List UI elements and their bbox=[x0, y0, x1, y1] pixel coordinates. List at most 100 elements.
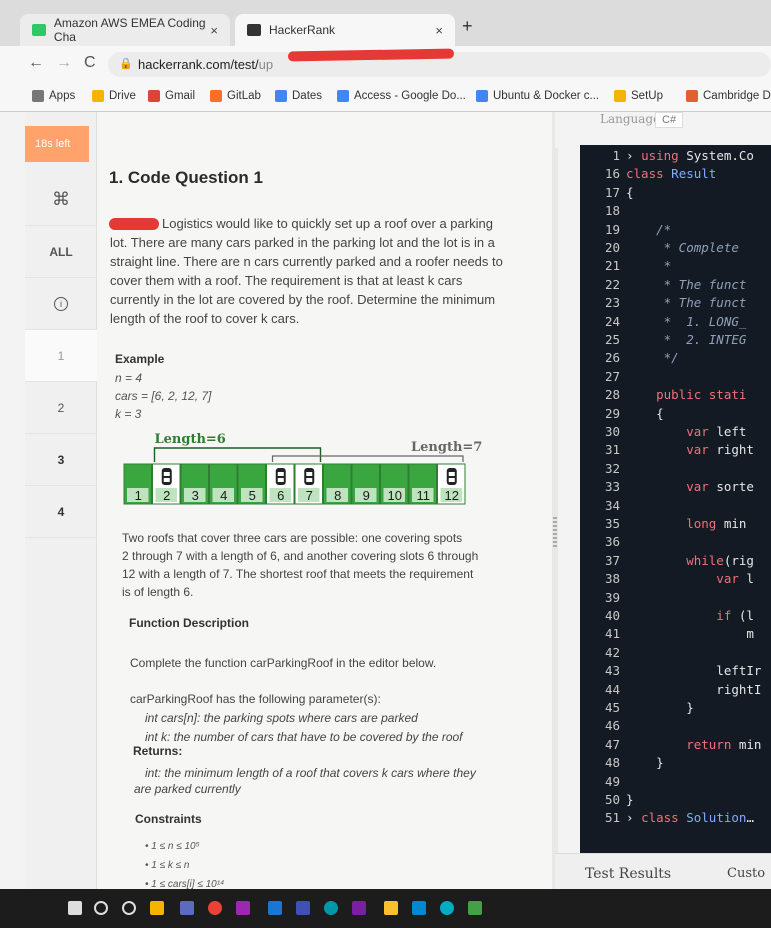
app-icon[interactable] bbox=[440, 901, 454, 915]
spot-number: 7 bbox=[306, 488, 313, 503]
windows-taskbar bbox=[0, 889, 771, 928]
bookmark-access[interactable]: Access - Google Do... bbox=[337, 90, 466, 102]
code-line[interactable]: } bbox=[626, 700, 694, 715]
lock-icon: 🔒 bbox=[119, 58, 133, 70]
windows-start-icon[interactable] bbox=[68, 901, 82, 915]
bookmark-ubuntu[interactable]: Ubuntu & Docker c... bbox=[476, 90, 599, 102]
code-line[interactable]: * bbox=[626, 258, 672, 273]
code-token: * Complete bbox=[626, 240, 739, 255]
apps-grid-icon bbox=[32, 90, 44, 102]
code-line[interactable]: * 1. LONG_ bbox=[626, 314, 747, 329]
code-token: var bbox=[626, 424, 709, 439]
car-icon bbox=[304, 468, 315, 485]
close-tab-icon[interactable]: × bbox=[435, 23, 443, 38]
code-line[interactable]: public stati bbox=[626, 387, 746, 402]
code-line[interactable]: * The funct bbox=[626, 277, 747, 292]
new-tab-button[interactable]: + bbox=[462, 16, 473, 37]
bookmark-setup[interactable]: SetUp bbox=[614, 90, 663, 102]
code-token: return bbox=[626, 736, 732, 752]
line-number: 24 bbox=[604, 313, 620, 329]
tab-hackerrank[interactable]: HackerRank × bbox=[235, 14, 455, 46]
code-line[interactable]: { bbox=[626, 406, 664, 421]
close-tab-icon[interactable]: × bbox=[210, 23, 218, 38]
code-line[interactable]: while(rig bbox=[626, 553, 754, 568]
search-icon[interactable] bbox=[94, 901, 108, 915]
constraint-item: • 1 ≤ cars[i] ≤ 10¹⁴ bbox=[145, 879, 225, 889]
code-editor[interactable]: 1 › using System.Co 16 class Result 17{18 19 … bbox=[580, 145, 771, 853]
code-line[interactable]: * 2. INTEG bbox=[626, 332, 747, 347]
code-line[interactable]: var right bbox=[626, 442, 754, 457]
code-line[interactable]: } bbox=[626, 755, 664, 770]
rail-all[interactable]: ALL bbox=[25, 226, 97, 278]
rail-question-1[interactable]: 1 bbox=[25, 330, 97, 382]
bookmark-dates[interactable]: Dates bbox=[275, 90, 322, 102]
app-icon[interactable] bbox=[324, 901, 338, 915]
code-line[interactable]: long min bbox=[626, 516, 746, 531]
bookmark-apps[interactable]: Apps bbox=[32, 90, 75, 102]
test-results-tab[interactable]: Test Results bbox=[585, 866, 671, 882]
bookmark-gitlab[interactable]: GitLab bbox=[210, 90, 261, 102]
cortana-icon[interactable] bbox=[122, 901, 136, 915]
line-number: 19 bbox=[604, 221, 620, 237]
file-explorer-icon[interactable] bbox=[150, 901, 164, 915]
forward-icon[interactable]: → bbox=[56, 54, 72, 72]
code-line[interactable]: leftIr bbox=[626, 663, 761, 678]
car-window bbox=[448, 478, 455, 482]
rail-question-2[interactable]: 2 bbox=[25, 382, 97, 434]
code-line[interactable]: * Complete bbox=[626, 240, 739, 255]
code-line[interactable]: var left bbox=[626, 424, 746, 439]
hackerrank-favicon-icon bbox=[247, 24, 261, 36]
app-icon[interactable] bbox=[384, 901, 398, 915]
code-line[interactable]: * The funct bbox=[626, 295, 747, 310]
back-icon[interactable]: ← bbox=[28, 54, 44, 72]
line-number: 25 bbox=[604, 332, 620, 347]
code-line[interactable]: } bbox=[626, 792, 634, 807]
bookmark-drive[interactable]: Drive bbox=[92, 90, 136, 102]
bookmark-gmail[interactable]: Gmail bbox=[148, 90, 195, 102]
spot-number: 5 bbox=[249, 488, 256, 503]
code-line[interactable]: m bbox=[626, 626, 754, 641]
code-line[interactable]: › using System.Co bbox=[626, 148, 754, 163]
shortcuts-icon[interactable]: ⌘ bbox=[25, 174, 97, 226]
param-cars: int cars[n]: the parking spots where car… bbox=[145, 711, 418, 725]
code-line[interactable]: */ bbox=[626, 350, 679, 365]
code-line[interactable]: var sorte bbox=[626, 479, 754, 494]
code-line[interactable]: rightI bbox=[626, 682, 761, 697]
pane-splitter[interactable] bbox=[552, 112, 558, 889]
code-token: Solution bbox=[678, 810, 747, 826]
code-line[interactable]: class Result bbox=[626, 166, 716, 181]
code-line[interactable]: return min bbox=[626, 737, 761, 752]
app-icon[interactable] bbox=[268, 901, 282, 915]
function-description-heading: Function Description bbox=[129, 616, 249, 630]
language-select[interactable]: C# bbox=[655, 112, 684, 128]
code-token: › bbox=[626, 810, 642, 826]
code-line[interactable]: › class Solution… bbox=[626, 810, 754, 825]
hackerrank-page: 18s left ⌘ ALL i 1 2 3 4 1. Code Questio… bbox=[0, 112, 771, 889]
line-number: 21 bbox=[604, 258, 620, 274]
spot-number: 9 bbox=[363, 488, 370, 503]
custom-input-tab[interactable]: Custo bbox=[727, 866, 765, 881]
app-icon[interactable] bbox=[412, 901, 426, 915]
code-token: long bbox=[626, 516, 717, 531]
chrome-icon[interactable] bbox=[208, 901, 222, 915]
bookmark-cambridge[interactable]: Cambridge D bbox=[686, 90, 771, 102]
app-icon[interactable] bbox=[236, 901, 250, 915]
splitter-grip-icon[interactable] bbox=[553, 517, 557, 547]
app-icon[interactable] bbox=[180, 901, 194, 915]
rail-info[interactable]: i bbox=[25, 278, 97, 330]
code-token: System.Co bbox=[678, 148, 754, 163]
spot-number: 8 bbox=[334, 488, 341, 503]
code-line[interactable]: if (l bbox=[626, 608, 754, 623]
code-token: var bbox=[626, 571, 739, 587]
bookmarks-bar: Apps Drive Gmail GitLab Dates Access - G… bbox=[0, 82, 771, 112]
code-line[interactable]: /* bbox=[626, 222, 671, 237]
reload-icon[interactable]: C bbox=[84, 54, 96, 72]
app-icon[interactable] bbox=[296, 901, 310, 915]
visual-studio-icon[interactable] bbox=[352, 901, 366, 915]
code-line[interactable]: var l bbox=[626, 571, 754, 586]
code-line[interactable]: { bbox=[626, 185, 634, 200]
rail-question-4[interactable]: 4 bbox=[25, 486, 97, 538]
rail-question-3[interactable]: 3 bbox=[25, 434, 97, 486]
tab-amazon[interactable]: Amazon AWS EMEA Coding Cha × bbox=[20, 14, 230, 46]
app-icon[interactable] bbox=[468, 901, 482, 915]
